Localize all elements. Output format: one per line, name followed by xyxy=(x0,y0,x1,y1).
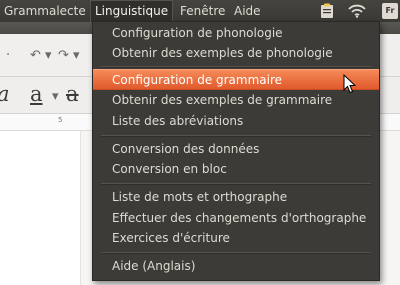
menu-aide[interactable]: Aide xyxy=(230,0,265,22)
menu-item-configuration-phonologie[interactable]: Configuration de phonologie xyxy=(93,23,379,44)
menu-separator xyxy=(101,252,371,254)
italic-button[interactable]: a xyxy=(0,82,10,106)
underline-button[interactable]: a xyxy=(30,82,43,106)
menu-item-liste-abreviations[interactable]: Liste des abréviations xyxy=(93,111,379,132)
top-menubar: Grammalecte Linguistique Fenêtre Aide Fr xyxy=(0,0,400,22)
menu-item-conversion-donnees[interactable]: Conversion des données xyxy=(93,139,379,160)
underline-dropdown-icon[interactable]: ▾ xyxy=(52,89,59,104)
mouse-pointer-icon xyxy=(343,74,357,94)
ruler-mark: 5 xyxy=(58,116,63,124)
separator-icon: · xyxy=(6,48,11,63)
app-menu-grammalecte[interactable]: Grammalecte xyxy=(0,0,90,22)
menu-separator xyxy=(101,135,371,137)
menu-item-configuration-grammaire[interactable]: Configuration de grammaire xyxy=(93,69,379,90)
clipboard-icon[interactable] xyxy=(320,0,334,22)
wifi-icon[interactable] xyxy=(348,0,366,22)
linguistique-dropdown-menu: Configuration de phonologie Obtenir des … xyxy=(92,21,380,281)
menu-item-exemples-grammaire[interactable]: Obtenir des exemples de grammaire xyxy=(93,90,379,111)
menu-separator xyxy=(101,66,371,68)
document-page[interactable] xyxy=(0,131,81,285)
menu-item-exercices-ecriture[interactable]: Exercices d'écriture xyxy=(93,228,379,249)
menu-item-aide-anglais[interactable]: Aide (Anglais) xyxy=(93,256,379,277)
menu-separator xyxy=(101,183,371,185)
menu-item-liste-mots-orthographe[interactable]: Liste de mots et orthographe xyxy=(93,187,379,208)
menu-linguistique[interactable]: Linguistique xyxy=(90,0,174,22)
menu-item-conversion-bloc[interactable]: Conversion en bloc xyxy=(93,159,379,180)
menu-fenetre[interactable]: Fenêtre xyxy=(176,0,229,22)
menu-item-changements-orthographe[interactable]: Effectuer des changements d'orthographe xyxy=(93,208,379,229)
redo-icon[interactable]: ↷ ▾ xyxy=(58,48,80,63)
strikethrough-button[interactable]: a xyxy=(66,82,79,106)
undo-icon[interactable]: ↶ ▾ xyxy=(30,48,52,63)
keyboard-layout-indicator[interactable]: Fr xyxy=(382,3,398,19)
menu-item-exemples-phonologie[interactable]: Obtenir des exemples de phonologie xyxy=(93,43,379,64)
